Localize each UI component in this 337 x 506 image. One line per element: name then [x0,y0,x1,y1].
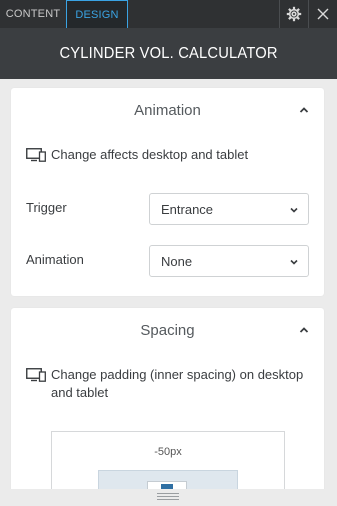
trigger-select-value: Entrance [161,201,214,217]
top-tab-bar: CONTENT DESIGN [0,0,337,28]
resize-handle[interactable] [157,493,179,501]
animation-label: Animation [26,252,84,267]
close-icon [317,8,329,20]
chevron-up-icon [299,107,309,113]
panel-title: CYLINDER VOL. CALCULATOR [59,44,278,62]
settings-button[interactable] [279,0,308,28]
tab-content[interactable]: CONTENT [0,0,66,28]
chevron-down-icon [290,207,298,213]
spacing-device-note: Change padding (inner spacing) on deskto… [26,366,316,402]
close-button[interactable] [308,0,337,28]
chevron-down-icon [290,259,298,265]
animation-select[interactable]: None [149,245,309,277]
spacing-card: Spacing Change padding (inner spacing) o… [11,308,324,506]
desktop-tablet-icon [26,368,46,382]
animation-section-title: Animation [134,101,201,119]
spacing-section-header[interactable]: Spacing [11,308,324,352]
animation-device-note: Change affects desktop and tablet [26,146,248,164]
animation-section-header[interactable]: Animation [11,88,324,132]
trigger-select[interactable]: Entrance [149,193,309,225]
tab-bar-spacer [128,0,279,28]
animation-note-text: Change affects desktop and tablet [51,147,249,162]
tab-design[interactable]: DESIGN [66,0,128,28]
top-padding-value[interactable]: -50px [52,446,284,458]
spacing-section-title: Spacing [140,321,195,339]
animation-select-value: None [161,253,193,269]
chevron-up-icon [299,327,309,333]
desktop-tablet-icon [26,148,46,162]
spacing-note-text: Change padding (inner spacing) on deskto… [51,367,304,400]
gear-icon [286,6,302,22]
animation-card: Animation Change affects desktop and tab… [11,88,324,296]
trigger-label: Trigger [26,200,67,215]
panel-title-bar: CYLINDER VOL. CALCULATOR [0,28,337,79]
